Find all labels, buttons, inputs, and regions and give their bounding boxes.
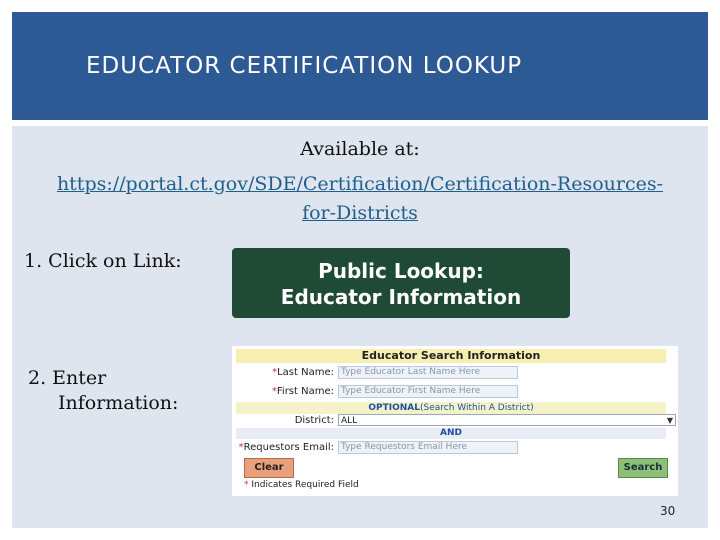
public-lookup-button[interactable]: Public Lookup: Educator Information [232, 248, 570, 318]
step2-label-line1: 2. Enter [28, 367, 107, 389]
available-text: Available at: [300, 138, 420, 160]
educator-search-form: Educator Search Information *Last Name: … [232, 346, 678, 496]
last-name-label: *Last Name: [272, 367, 334, 378]
district-value: ALL [341, 416, 358, 426]
clear-button[interactable]: Clear [244, 458, 294, 478]
step2-label-line2: Information: [58, 392, 179, 414]
required-mark: * [244, 480, 249, 490]
district-select[interactable]: ALL ▼ [338, 414, 676, 426]
optional-row: OPTIONAL(Search Within A District) [236, 402, 666, 414]
first-name-input[interactable]: Type Educator First Name Here [338, 385, 518, 398]
and-divider: AND [236, 428, 666, 439]
title-bar: EDUCATOR CERTIFICATION LOOKUP [12, 12, 708, 120]
optional-note: (Search Within A District) [419, 403, 534, 413]
requestor-email-label: *Requestors Email: [238, 442, 334, 453]
form-header: Educator Search Information [236, 349, 666, 363]
first-name-label: *First Name: [271, 386, 334, 397]
optional-label: OPTIONAL [368, 403, 420, 413]
certification-url-link[interactable]: https://portal.ct.gov/SDE/Certification/… [40, 170, 680, 228]
requestor-email-input[interactable]: Type Requestors Email Here [338, 441, 518, 454]
slide-title: EDUCATOR CERTIFICATION LOOKUP [86, 53, 523, 79]
chevron-down-icon: ▼ [666, 416, 673, 425]
public-lookup-line2: Educator Information [280, 285, 522, 309]
step1-label: 1. Click on Link: [24, 250, 182, 272]
public-lookup-line1: Public Lookup: [318, 259, 484, 283]
required-footnote: * Indicates Required Field [244, 480, 359, 490]
last-name-input[interactable]: Type Educator Last Name Here [338, 366, 518, 379]
page-number: 30 [660, 504, 676, 518]
district-label: District: [294, 415, 334, 426]
search-button[interactable]: Search [618, 458, 668, 478]
